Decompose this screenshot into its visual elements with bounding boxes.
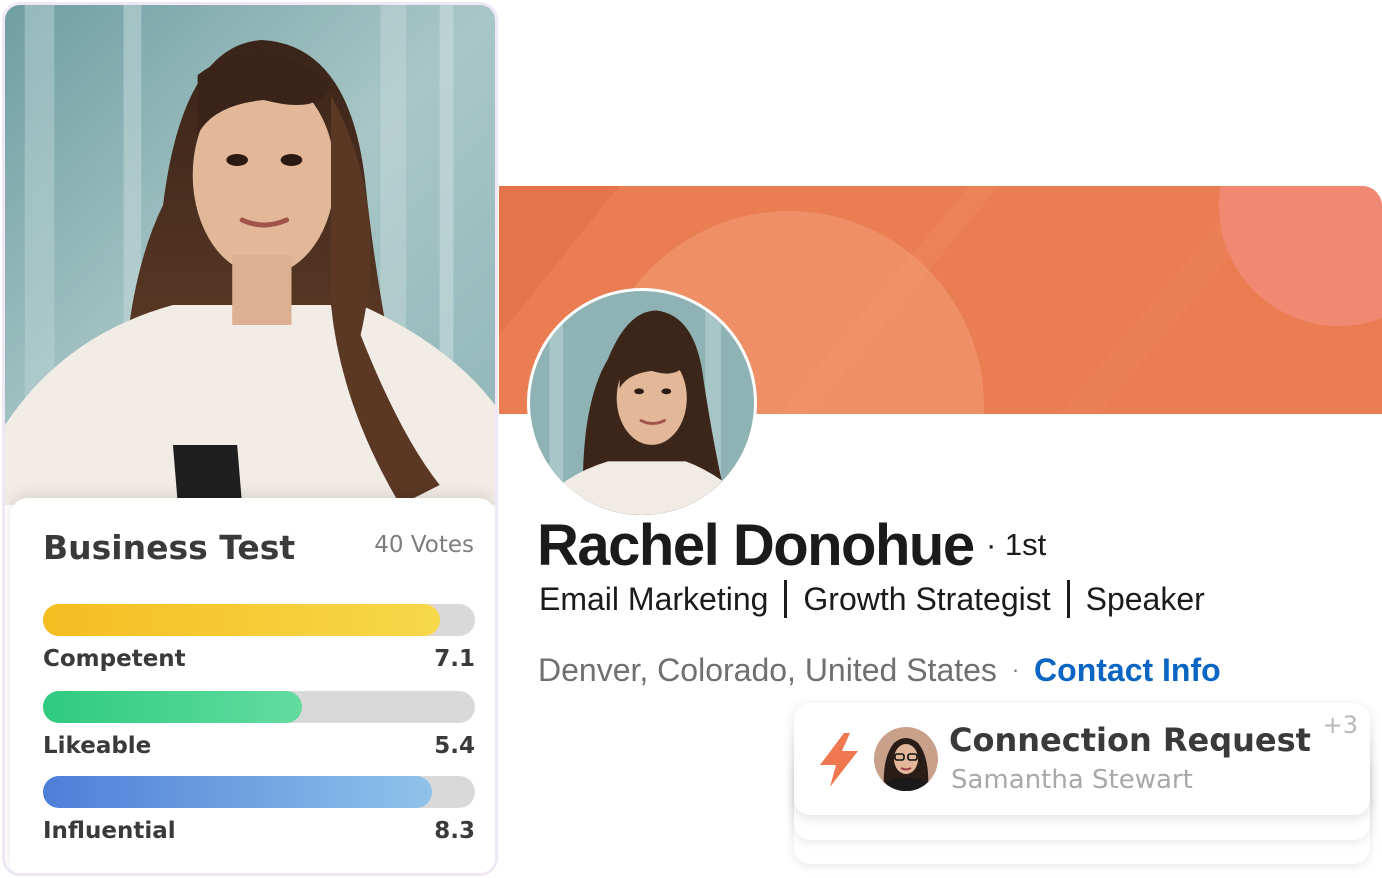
profile-photo xyxy=(5,5,495,505)
score-title: Business Test xyxy=(43,528,296,567)
metric-value: 8.3 xyxy=(434,818,475,844)
metric-track xyxy=(43,691,475,723)
profile-headline: Email Marketing Growth Strategist Speaker xyxy=(539,580,1205,618)
profile-avatar[interactable] xyxy=(527,288,757,518)
contact-info-link[interactable]: Contact Info xyxy=(1034,652,1221,688)
metric-label: Competent xyxy=(43,646,186,672)
metric-likeable: Likeable 5.4 xyxy=(43,691,475,763)
lightning-bolt-icon xyxy=(820,733,858,787)
metric-fill xyxy=(43,604,441,636)
metric-fill xyxy=(43,776,432,808)
headline-separator xyxy=(1066,580,1070,618)
notification-count-badge: +3 xyxy=(1322,711,1358,739)
score-panel: Business Test 40 Votes Competent 7.1 Lik… xyxy=(10,498,495,873)
votes-count: 40 Votes xyxy=(374,532,474,558)
profile-location: Denver, Colorado, United States xyxy=(538,652,997,688)
metric-track xyxy=(43,776,475,808)
profile-location-line: Denver, Colorado, United States · Contac… xyxy=(538,652,1221,689)
photo-card: Business Test 40 Votes Competent 7.1 Lik… xyxy=(2,2,498,876)
metric-value: 5.4 xyxy=(434,733,475,759)
metric-fill xyxy=(43,691,303,723)
metric-competent: Competent 7.1 xyxy=(43,604,475,676)
metric-label: Likeable xyxy=(43,733,152,759)
headline-item: Growth Strategist xyxy=(803,581,1051,617)
connection-degree: · 1st xyxy=(986,527,1047,562)
metric-track xyxy=(43,604,475,636)
location-separator: · xyxy=(1011,657,1020,682)
headline-item: Email Marketing xyxy=(539,581,769,617)
connection-request-notification[interactable]: Connection Request Samantha Stewart +3 xyxy=(794,703,1370,815)
profile-name: Rachel Donohue xyxy=(537,513,975,578)
metric-label: Influential xyxy=(43,818,176,844)
headline-separator xyxy=(784,580,788,618)
metric-value: 7.1 xyxy=(434,646,475,672)
headline-item: Speaker xyxy=(1085,581,1205,617)
notification-title: Connection Request xyxy=(949,721,1311,759)
metric-influential: Influential 8.3 xyxy=(43,776,475,848)
notification-subtitle: Samantha Stewart xyxy=(951,765,1193,795)
requester-avatar xyxy=(874,727,938,791)
